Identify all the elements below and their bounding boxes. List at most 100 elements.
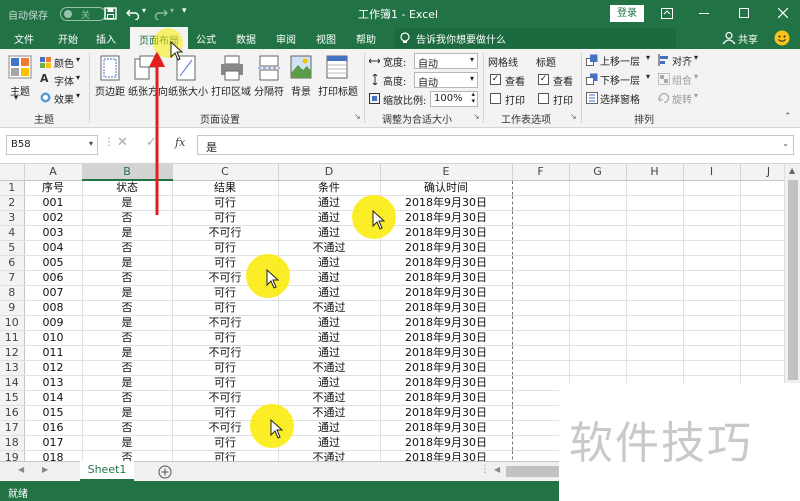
cell[interactable] — [569, 195, 627, 211]
fonts-button[interactable]: 字体 — [54, 73, 74, 88]
cell[interactable]: 是 — [82, 345, 173, 361]
cell[interactable] — [569, 240, 627, 256]
headings-print-checkbox[interactable] — [538, 93, 549, 104]
cell[interactable]: 2018年9月30日 — [380, 285, 513, 301]
cell[interactable]: 是 — [82, 405, 173, 421]
print-titles-icon[interactable] — [326, 55, 348, 79]
size-button[interactable]: 纸张大小 — [168, 83, 208, 98]
cell[interactable]: 可行 — [172, 210, 279, 226]
column-header-a[interactable]: A — [24, 164, 83, 181]
group-dropdown-icon[interactable]: ▾ — [694, 72, 698, 81]
rotate-dropdown-icon[interactable]: ▾ — [694, 91, 698, 100]
cell[interactable]: 否 — [82, 330, 173, 346]
cell[interactable]: 是 — [82, 435, 173, 451]
tab-formulas[interactable]: 公式 — [196, 31, 216, 46]
redo-dropdown-icon[interactable]: ▾ — [170, 6, 174, 15]
cell[interactable]: 通过 — [278, 285, 381, 301]
cell[interactable]: 014 — [24, 390, 83, 406]
row-header[interactable]: 4 — [0, 225, 25, 241]
undo-icon[interactable] — [126, 7, 140, 20]
cell[interactable] — [569, 180, 627, 196]
row-header[interactable]: 19 — [0, 450, 25, 461]
row-header[interactable]: 7 — [0, 270, 25, 286]
bring-forward-icon[interactable] — [586, 54, 598, 66]
cell[interactable] — [512, 315, 570, 331]
cell[interactable] — [683, 330, 741, 346]
cell[interactable]: 可行 — [172, 450, 279, 461]
bring-forward-button[interactable]: 上移一层 — [600, 53, 640, 68]
cell[interactable]: 007 — [24, 285, 83, 301]
cell[interactable]: 通过 — [278, 375, 381, 391]
cell[interactable] — [626, 360, 684, 376]
cell[interactable] — [683, 360, 741, 376]
cell[interactable] — [569, 330, 627, 346]
cell[interactable] — [683, 300, 741, 316]
cell[interactable]: 2018年9月30日 — [380, 300, 513, 316]
cell[interactable]: 017 — [24, 435, 83, 451]
cell[interactable] — [512, 285, 570, 301]
cell[interactable]: 否 — [82, 360, 173, 376]
cell[interactable]: 001 — [24, 195, 83, 211]
cell[interactable]: 可行 — [172, 360, 279, 376]
rotate-icon[interactable] — [658, 92, 670, 104]
send-backward-dropdown-icon[interactable]: ▾ — [646, 72, 650, 81]
align-button[interactable]: 对齐 — [672, 53, 692, 68]
colors-dropdown-icon[interactable]: ▾ — [76, 55, 80, 64]
cell[interactable] — [569, 255, 627, 271]
cell[interactable]: 否 — [82, 450, 173, 461]
cell[interactable]: 002 — [24, 210, 83, 226]
cell[interactable]: 2018年9月30日 — [380, 210, 513, 226]
cell[interactable]: 不通过 — [278, 240, 381, 256]
cell[interactable]: 2018年9月30日 — [380, 375, 513, 391]
row-header[interactable]: 10 — [0, 315, 25, 331]
cell[interactable] — [512, 345, 570, 361]
spinner-arrows-icon[interactable]: ▴ ▾ — [471, 91, 475, 105]
collapse-ribbon-icon[interactable]: ⌃ — [784, 112, 792, 122]
cell[interactable]: 004 — [24, 240, 83, 256]
cell[interactable] — [626, 300, 684, 316]
row-header[interactable]: 16 — [0, 405, 25, 421]
cell[interactable]: 015 — [24, 405, 83, 421]
selection-pane-button[interactable]: 选择窗格 — [600, 91, 640, 106]
cell[interactable] — [512, 330, 570, 346]
sheet-tab-sheet1[interactable]: Sheet1 — [80, 461, 134, 481]
smiley-feedback-icon[interactable] — [774, 30, 790, 46]
row-header[interactable]: 5 — [0, 240, 25, 256]
cell[interactable]: 可行 — [172, 330, 279, 346]
save-icon[interactable] — [104, 7, 117, 20]
gridlines-view-checkbox[interactable]: ✓ — [490, 74, 501, 85]
cell[interactable]: 不通过 — [278, 405, 381, 421]
cell[interactable]: 是 — [82, 285, 173, 301]
maximize-icon[interactable] — [739, 8, 749, 18]
cell[interactable]: 2018年9月30日 — [380, 240, 513, 256]
cell[interactable]: 条件 — [278, 180, 381, 196]
tab-file[interactable]: 文件 — [14, 31, 34, 46]
row-header[interactable]: 15 — [0, 390, 25, 406]
row-header[interactable]: 14 — [0, 375, 25, 391]
cell[interactable] — [569, 225, 627, 241]
rotate-button[interactable]: 旋转 — [672, 91, 692, 106]
scale-launcher-icon[interactable]: ↘ — [473, 112, 480, 121]
row-header[interactable]: 1 — [0, 180, 25, 196]
page-setup-launcher-icon[interactable]: ↘ — [354, 112, 361, 121]
row-header[interactable]: 3 — [0, 210, 25, 226]
align-icon[interactable] — [658, 54, 670, 66]
cell[interactable] — [683, 240, 741, 256]
cell[interactable]: 可行 — [172, 300, 279, 316]
align-dropdown-icon[interactable]: ▾ — [694, 53, 698, 62]
cell[interactable] — [683, 210, 741, 226]
background-button[interactable]: 背景 — [291, 83, 311, 98]
cell[interactable] — [569, 345, 627, 361]
insert-function-button[interactable]: fx — [175, 136, 185, 149]
cell[interactable]: 不通过 — [278, 450, 381, 461]
width-select[interactable]: 自动 ▾ — [414, 53, 478, 70]
background-icon[interactable] — [290, 55, 312, 79]
colors-icon[interactable] — [40, 57, 51, 68]
cell[interactable] — [512, 300, 570, 316]
row-header[interactable]: 8 — [0, 285, 25, 301]
cancel-icon[interactable]: ✕ — [117, 135, 128, 150]
cell[interactable]: 不通过 — [278, 360, 381, 376]
cell[interactable]: 013 — [24, 375, 83, 391]
cell[interactable]: 是 — [82, 255, 173, 271]
print-area-button[interactable]: 打印区域 — [211, 83, 251, 98]
